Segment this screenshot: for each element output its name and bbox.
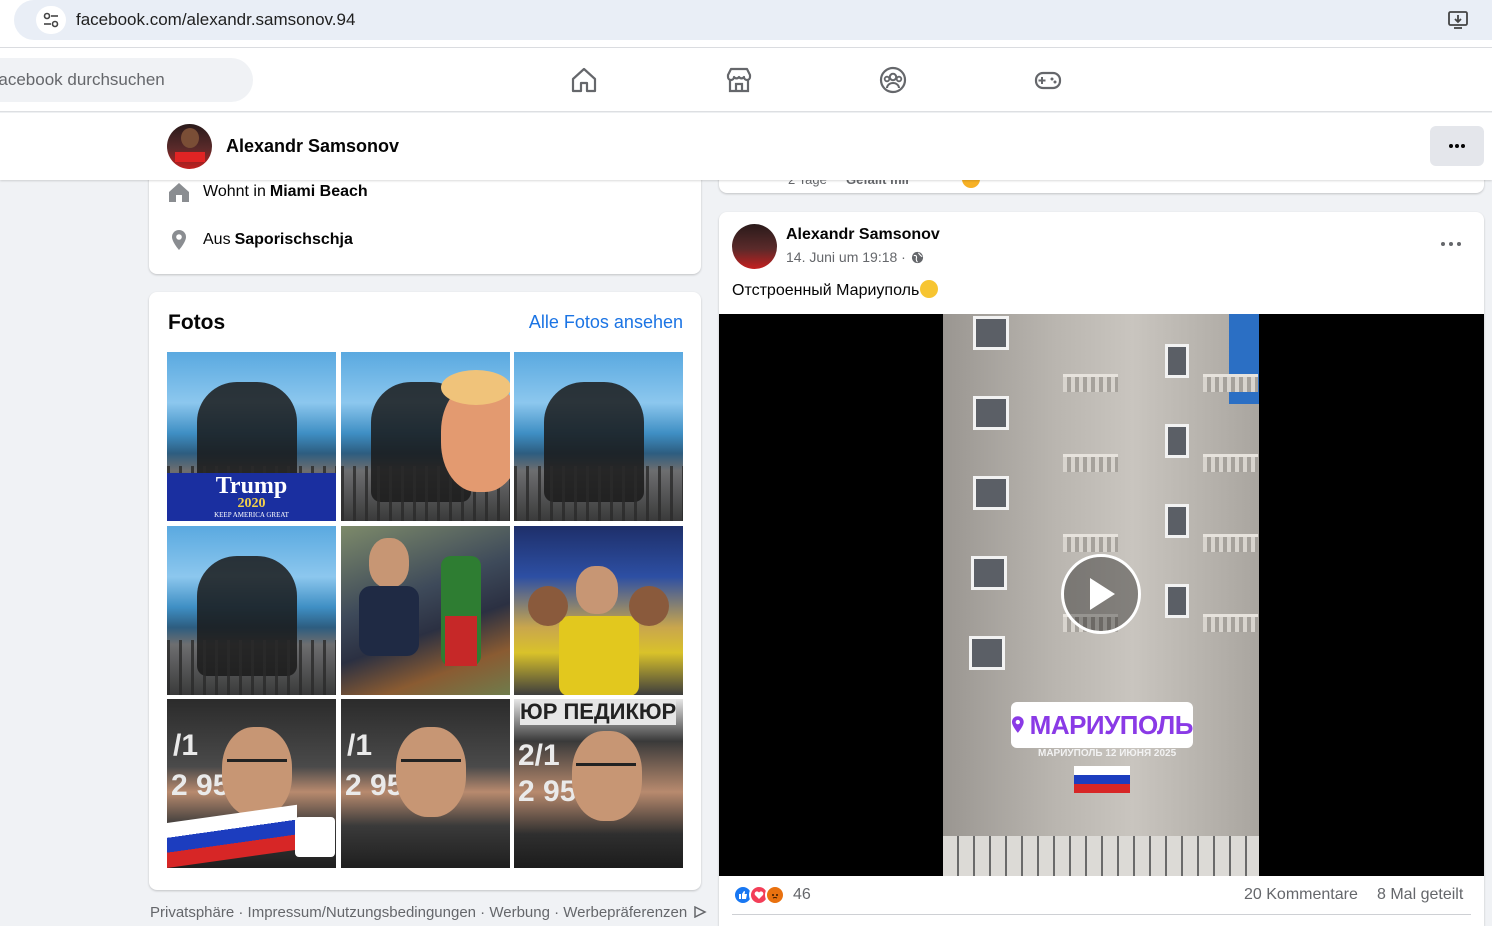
- video-player[interactable]: МАРИУПОЛЬ МАРИУПОЛЬ 12 ИЮНЯ 2025: [719, 314, 1484, 876]
- profile-sticky-header: Alexandr Samsonov: [0, 113, 1492, 180]
- address-bar[interactable]: facebook.com/alexandr.samsonov.94: [14, 0, 1492, 40]
- play-icon: [1090, 578, 1115, 610]
- more-options-button[interactable]: [1430, 126, 1484, 166]
- shares-count[interactable]: 8 Mal geteilt: [1377, 886, 1463, 904]
- photo-thumbnail[interactable]: Trump 2020 KEEP AMERICA GREAT: [167, 352, 336, 521]
- location-pin-icon: [172, 230, 186, 250]
- tune-icon[interactable]: [36, 6, 66, 34]
- facebook-navbar: [0, 48, 1492, 112]
- post-timestamp[interactable]: 14. Juni um 19:18 ·: [786, 249, 924, 265]
- profile-name[interactable]: Alexandr Samsonov: [226, 136, 399, 157]
- from-place[interactable]: Saporischschja: [235, 231, 353, 249]
- location-pin-icon: [1011, 716, 1024, 733]
- url-text[interactable]: facebook.com/alexandr.samsonov.94: [76, 10, 355, 30]
- search-box[interactable]: [0, 58, 253, 102]
- reactions-summary[interactable]: 46: [733, 885, 811, 905]
- from-row: Aus Saporischschja: [167, 228, 353, 252]
- photo-thumbnail[interactable]: /1 2 95: [341, 699, 510, 868]
- lives-in-row: Wohnt in Miami Beach: [167, 180, 368, 204]
- photo-thumbnail[interactable]: [167, 526, 336, 695]
- browser-toolbar: facebook.com/alexandr.samsonov.94: [0, 0, 1492, 48]
- see-all-photos-link[interactable]: Alle Fotos ansehen: [529, 312, 683, 333]
- post-text: Отстроенный Мариуполь: [732, 280, 939, 300]
- marketplace-icon[interactable]: [724, 65, 754, 95]
- reaction-count: 46: [793, 886, 811, 903]
- post-author-avatar[interactable]: [732, 224, 777, 269]
- photo-thumbnail[interactable]: /1 2 95: [167, 699, 336, 868]
- thinking-emoji-icon: [920, 280, 939, 298]
- location-sticker: МАРИУПОЛЬ: [1011, 702, 1194, 748]
- avatar[interactable]: [167, 124, 212, 169]
- gaming-icon[interactable]: [1033, 65, 1063, 95]
- house-icon: [169, 183, 189, 202]
- ad-choices-icon[interactable]: [693, 905, 708, 919]
- photo-thumbnail[interactable]: [341, 526, 510, 695]
- post-card: Alexandr Samsonov 14. Juni um 19:18 · От…: [719, 212, 1484, 926]
- play-button[interactable]: [1061, 554, 1141, 634]
- photo-thumbnail[interactable]: [514, 526, 683, 695]
- video-caption: МАРИУПОЛЬ 12 ИЮНЯ 2025: [1038, 748, 1177, 759]
- post-author-name[interactable]: Alexandr Samsonov: [786, 226, 940, 244]
- post-options-button[interactable]: [1433, 232, 1469, 256]
- lives-in-prefix: Wohnt in: [203, 183, 266, 200]
- globe-icon: [911, 251, 923, 263]
- groups-icon[interactable]: [878, 65, 908, 95]
- search-input[interactable]: [0, 58, 253, 102]
- install-app-icon[interactable]: [1446, 8, 1470, 32]
- comments-count[interactable]: 20 Kommentare: [1244, 886, 1358, 904]
- home-icon[interactable]: [569, 65, 599, 95]
- photos-card: Fotos Alle Fotos ansehen Trump 2020 KEEP…: [149, 292, 701, 890]
- trump-banner: Trump 2020 KEEP AMERICA GREAT: [167, 473, 336, 521]
- russian-flag-sticker: [1074, 766, 1130, 793]
- more-horizontal-icon: [1441, 242, 1461, 246]
- lives-in-place[interactable]: Miami Beach: [270, 183, 368, 201]
- angry-reaction-icon: [765, 885, 785, 905]
- photo-thumbnail[interactable]: [341, 352, 510, 521]
- from-prefix: Aus: [203, 231, 231, 248]
- more-horizontal-icon: [1449, 144, 1465, 148]
- divider: [732, 914, 1471, 915]
- photo-thumbnail[interactable]: [514, 352, 683, 521]
- photos-title: Fotos: [168, 311, 226, 334]
- footer-links[interactable]: Privatsphäre · Impressum/Nutzungsbedingu…: [150, 904, 708, 921]
- photo-thumbnail[interactable]: ЮР ПЕДИКЮР 2/1 2 95: [514, 699, 683, 868]
